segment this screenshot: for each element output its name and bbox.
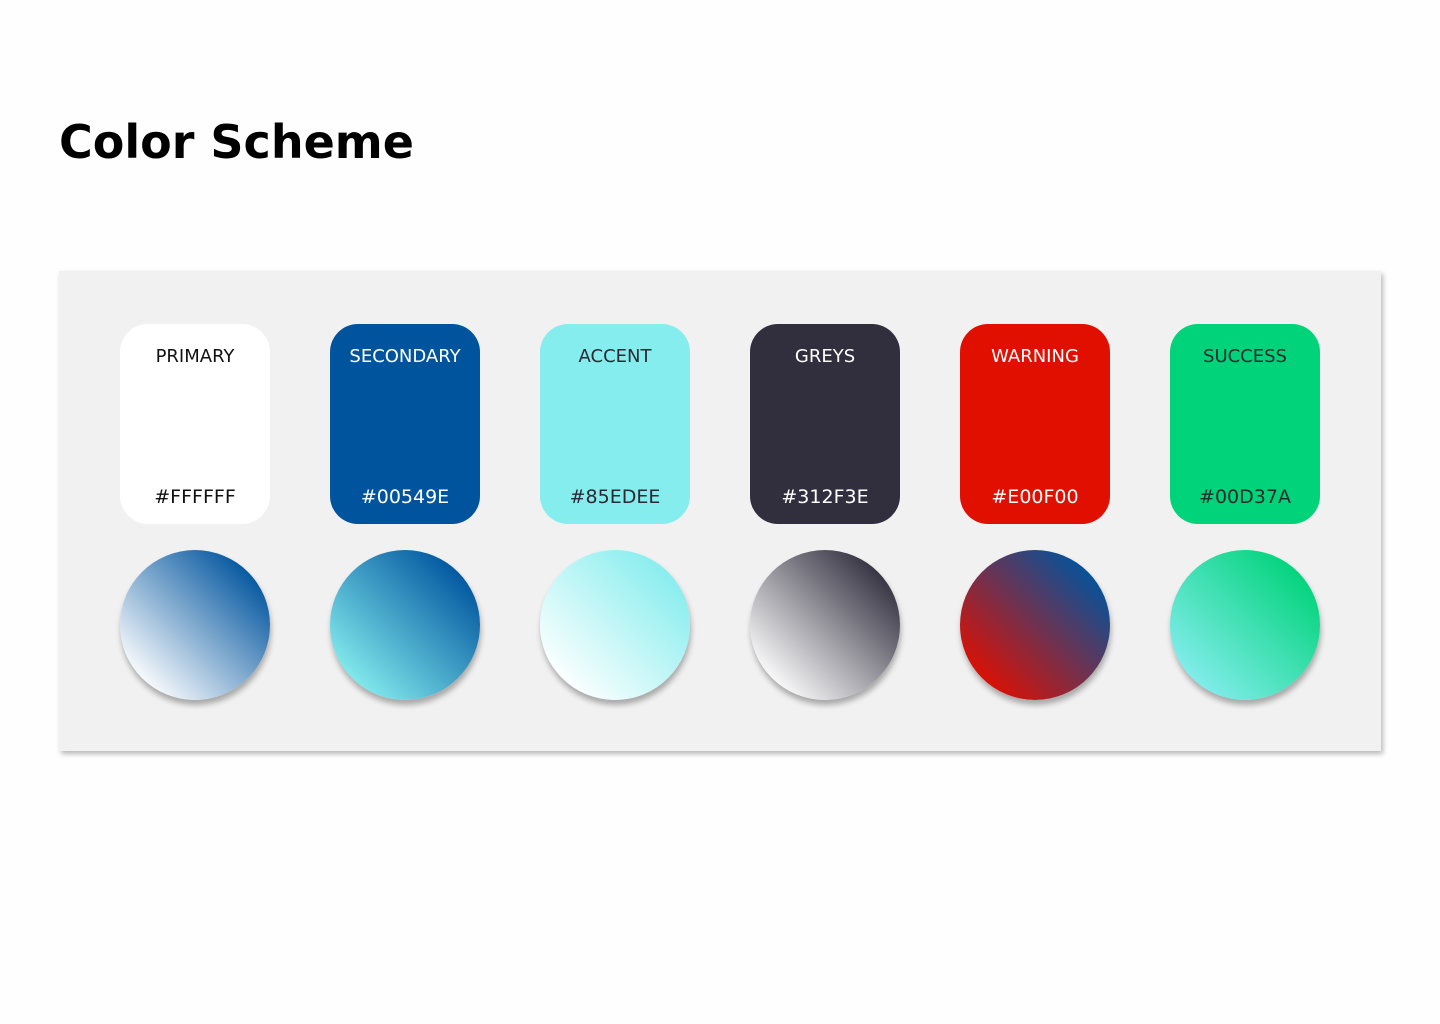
page-title: Color Scheme: [59, 115, 414, 169]
swatch-success: SUCCESS #00D37A: [1170, 324, 1320, 524]
swatch-hex: #00549E: [360, 486, 450, 508]
gradient-circle-warning: [960, 550, 1110, 700]
swatch-name: ACCENT: [578, 346, 652, 367]
gradient-circle-secondary: [330, 550, 480, 700]
swatch-name: SUCCESS: [1203, 346, 1287, 367]
swatch-greys: GREYS #312F3E: [750, 324, 900, 524]
swatch-hex: #FFFFFF: [154, 486, 236, 508]
gradient-circle-accent: [540, 550, 690, 700]
swatch-name: GREYS: [794, 346, 856, 367]
swatch-hex: #E00F00: [991, 486, 1079, 508]
swatch-hex: #85EDEE: [569, 486, 661, 508]
swatch-hex: #00D37A: [1199, 486, 1291, 508]
gradient-circle-primary: [120, 550, 270, 700]
swatch-name: WARNING: [991, 346, 1079, 367]
swatch-accent: ACCENT #85EDEE: [540, 324, 690, 524]
swatch-name: SECONDARY: [349, 346, 461, 367]
color-palette-panel: PRIMARY #FFFFFF SECONDARY #00549E ACCENT…: [59, 271, 1381, 751]
swatch-secondary: SECONDARY #00549E: [330, 324, 480, 524]
swatch-primary: PRIMARY #FFFFFF: [120, 324, 270, 524]
gradient-circle-greys: [750, 550, 900, 700]
swatch-hex: #312F3E: [781, 486, 869, 508]
swatch-warning: WARNING #E00F00: [960, 324, 1110, 524]
swatch-name: PRIMARY: [155, 346, 235, 367]
gradient-circle-success: [1170, 550, 1320, 700]
